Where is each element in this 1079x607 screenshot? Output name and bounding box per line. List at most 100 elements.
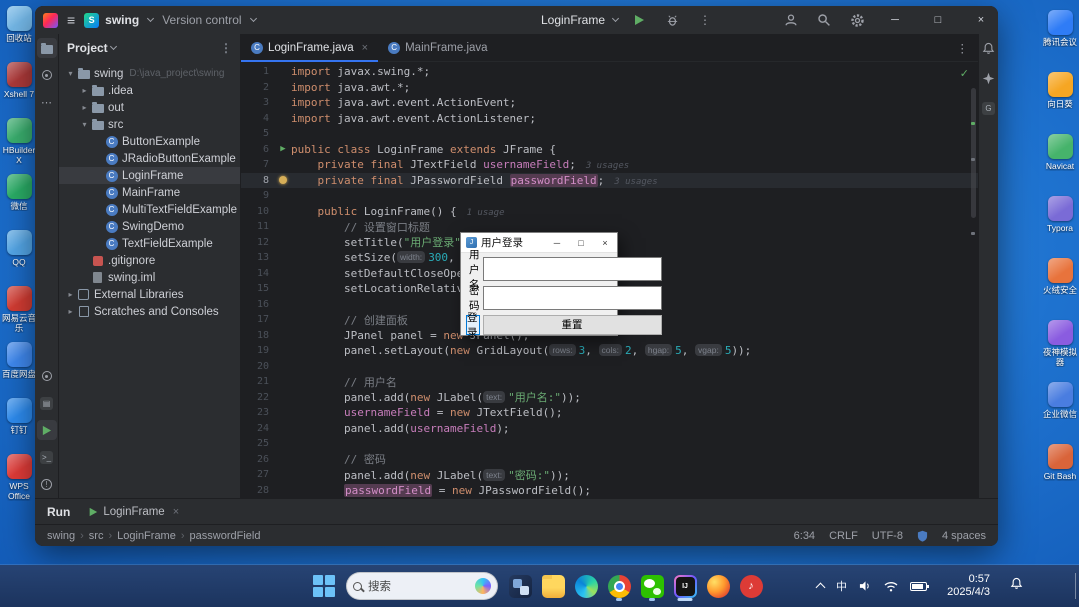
tree-item-MainFrame[interactable]: C MainFrame (59, 184, 240, 201)
tab-list-icon[interactable]: ⋮ (947, 34, 979, 61)
code-line-27[interactable]: 27 panel.add(new JLabel(text: "密码:")); (241, 467, 978, 483)
desktop-icon-right-6[interactable]: 企业微信 (1043, 382, 1077, 419)
code-line-20[interactable]: 20 (241, 359, 978, 375)
ai-assistant-button[interactable] (982, 72, 995, 90)
gradle-button[interactable]: G (982, 102, 995, 115)
tree-item-.idea[interactable]: ▸ .idea (59, 82, 240, 99)
wifi-icon[interactable] (884, 581, 898, 592)
account-button[interactable] (779, 8, 803, 32)
code-line-22[interactable]: 22 panel.add(new JLabel(text: "用户名:")); (241, 390, 978, 406)
ime-indicator[interactable]: 中 (836, 578, 847, 594)
taskbar-app-firefox[interactable] (705, 571, 731, 601)
show-desktop-button[interactable] (1075, 573, 1079, 599)
dialog-maximize-button[interactable]: □ (569, 233, 593, 252)
taskbar-clock[interactable]: 0:57 2025/4/3 (947, 573, 990, 599)
run-button[interactable] (627, 8, 651, 32)
run-gutter-icon[interactable]: ▶ (280, 144, 285, 154)
debug-button[interactable] (660, 8, 684, 32)
taskbar-app-edge[interactable] (573, 571, 599, 601)
breadcrumb-item[interactable]: passwordField (190, 530, 261, 542)
taskbar-app-file-explorer[interactable] (540, 571, 566, 601)
desktop-icon-right-4[interactable]: 火绒安全 (1043, 258, 1077, 295)
tree-item-Scratches and Consoles[interactable]: ▸ Scratches and Consoles (59, 303, 240, 320)
commit-tool-button[interactable] (37, 65, 57, 85)
indent-info[interactable]: 4 spaces (942, 530, 986, 542)
project-tool-button[interactable] (36, 38, 57, 58)
battery-icon[interactable] (910, 581, 929, 591)
search-everywhere-button[interactable] (812, 8, 836, 32)
tree-item-.gitignore[interactable]: .gitignore (59, 252, 240, 269)
vcs-widget[interactable]: Version control (162, 13, 257, 27)
notifications-button[interactable] (982, 42, 995, 60)
intention-bulb-icon[interactable] (279, 176, 287, 185)
minimize-button[interactable]: ─ (878, 6, 912, 34)
code-line-25[interactable]: 25 (241, 436, 978, 452)
taskbar-app-chrome[interactable] (606, 571, 632, 601)
code-line-4[interactable]: 4 import java.awt.event.ActionListener; (241, 111, 978, 127)
code-line-6[interactable]: 6 ▶ public class LoginFrame extends JFrame… (241, 142, 978, 158)
tree-item-ButtonExample[interactable]: C ButtonExample (59, 133, 240, 150)
tree-item-JRadioButtonExample[interactable]: C JRadioButtonExample (59, 150, 240, 167)
desktop-icon-left-0[interactable]: 回收站 (2, 6, 36, 43)
dialog-titlebar[interactable]: J 用户登录 ─ □ × (461, 233, 617, 253)
tree-item-LoginFrame[interactable]: C LoginFrame (59, 167, 240, 184)
taskbar-app-task-view[interactable] (507, 571, 533, 601)
code-line-24[interactable]: 24 panel.add(usernameField); (241, 421, 978, 437)
run-tool-button[interactable] (36, 420, 57, 440)
tray-overflow-icon[interactable] (815, 582, 826, 593)
desktop-icon-right-3[interactable]: Typora (1043, 196, 1077, 233)
code-line-1[interactable]: 1 import javax.swing.*; (241, 64, 978, 80)
notification-center-button[interactable] (1010, 577, 1023, 595)
more-tools-button[interactable]: ⋯ (37, 92, 57, 112)
desktop-icon-left-7[interactable]: 钉钉 (2, 398, 36, 435)
code-line-2[interactable]: 2 import java.awt.*; (241, 80, 978, 96)
breadcrumb[interactable]: swing › src › LoginFrame › passwordField (47, 530, 260, 542)
code-line-21[interactable]: 21 // 用户名 (241, 374, 978, 390)
volume-icon[interactable] (859, 580, 872, 592)
tree-item-swing[interactable]: ▾ swing D:\java_project\swing (59, 65, 240, 82)
taskbar-app-wechat[interactable] (639, 571, 665, 601)
more-actions-button[interactable]: ⋮ (693, 8, 717, 32)
desktop-icon-left-2[interactable]: HBuilder X (2, 118, 36, 165)
panel-options-icon[interactable]: ⋮ (220, 41, 232, 55)
code-line-26[interactable]: 26 // 密码 (241, 452, 978, 468)
tree-item-TextFieldExample[interactable]: C TextFieldExample (59, 235, 240, 252)
file-encoding[interactable]: UTF-8 (872, 530, 903, 542)
code-line-9[interactable]: 9 (241, 188, 978, 204)
desktop-icon-left-4[interactable]: QQ (2, 230, 36, 267)
settings-button[interactable] (845, 8, 869, 32)
line-separator[interactable]: CRLF (829, 530, 858, 542)
project-panel-header[interactable]: Project ⋮ (59, 34, 240, 62)
run-config-widget[interactable]: LoginFrame (541, 13, 620, 27)
code-line-19[interactable]: 19 panel.setLayout(new GridLayout(rows: 3… (241, 343, 978, 359)
desktop-icon-right-7[interactable]: Git Bash (1043, 444, 1077, 481)
run-tab[interactable]: LoginFrame × (88, 506, 179, 518)
tree-item-src[interactable]: ▾ src (59, 116, 240, 133)
code-line-3[interactable]: 3 import java.awt.event.ActionEvent; (241, 95, 978, 111)
reset-button[interactable]: 重置 (482, 314, 662, 335)
tab-close-icon[interactable]: × (362, 42, 368, 54)
shield-icon[interactable] (917, 530, 928, 542)
tab-mainframe-java[interactable]: C MainFrame.java (378, 34, 497, 61)
main-menu-icon[interactable]: ≡ (67, 13, 75, 27)
taskbar-app-netease-music[interactable] (738, 571, 764, 601)
desktop-icon-right-2[interactable]: Navicat (1043, 134, 1077, 171)
password-field[interactable] (482, 286, 662, 310)
desktop-icon-left-6[interactable]: 百度网盘 (2, 342, 36, 379)
tree-item-MultiTextFieldExample[interactable]: C MultiTextFieldExample (59, 201, 240, 218)
code-line-23[interactable]: 23 usernameField = new JTextField(); (241, 405, 978, 421)
breadcrumb-item[interactable]: swing (47, 530, 75, 542)
tree-item-swing.iml[interactable]: swing.iml (59, 269, 240, 286)
tab-loginframe-java[interactable]: C LoginFrame.java × (241, 34, 379, 62)
caret-position[interactable]: 6:34 (794, 530, 815, 542)
code-line-7[interactable]: 7 private final JTextField usernameField… (241, 157, 978, 173)
problems-tool-button[interactable]: ! (37, 474, 57, 494)
desktop-icon-left-1[interactable]: Xshell 7 (2, 62, 36, 99)
tree-item-External Libraries[interactable]: ▸ External Libraries (59, 286, 240, 303)
close-button[interactable]: × (964, 6, 998, 34)
code-line-5[interactable]: 5 (241, 126, 978, 142)
inspections-ok-icon[interactable]: ✓ (960, 67, 969, 80)
code-line-10[interactable]: 10 public LoginFrame() {1 usage (241, 204, 978, 220)
breadcrumb-item[interactable]: src (89, 530, 104, 542)
username-field[interactable] (482, 257, 662, 281)
